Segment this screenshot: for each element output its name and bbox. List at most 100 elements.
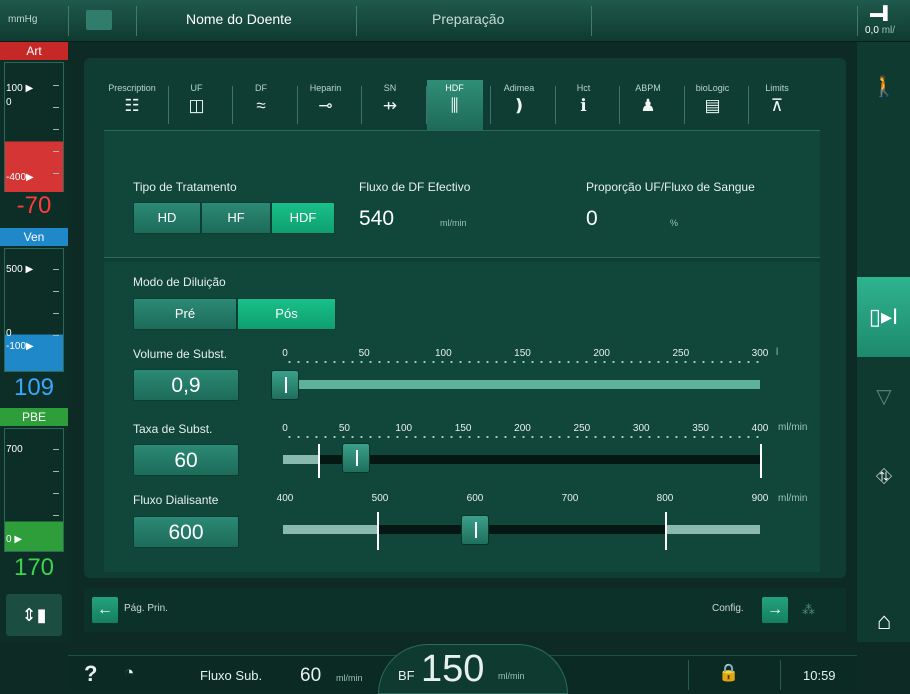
scale-tick-label: 300 (751, 348, 769, 359)
side-menu: 🚶 ▯▸I ▽ ⛗ ⌂ (857, 42, 910, 642)
subst-rate-track-low[interactable] (283, 455, 319, 464)
pressure-unit: mmHg (8, 14, 38, 25)
tab-label: Adimea (503, 83, 535, 93)
scale-tick-label: 700 (561, 493, 579, 504)
uf-ratio-label: Proporção UF/Fluxo de Sangue (586, 180, 755, 194)
clock-icon[interactable]: ◔ (124, 663, 134, 683)
tab-hdf[interactable]: HDF ⫼ (426, 80, 483, 130)
tab-uf[interactable]: UF ◫ (169, 80, 225, 130)
ven-upper-limit: 500 ▶ (6, 264, 34, 275)
patient-name[interactable]: Nome do Doente (186, 11, 292, 27)
treatment-hdf-button[interactable]: HDF (271, 202, 335, 234)
subst-rate-min-marker (318, 444, 320, 478)
art-zero: 0 (6, 97, 12, 108)
patient-icon[interactable]: 🚶 (863, 62, 905, 112)
bf-unit: ml/min (498, 671, 525, 681)
dialysate-flow-value[interactable]: 600 (133, 516, 239, 548)
battery-icon: ▬▌ (870, 5, 893, 20)
tab-hct[interactable]: Hct ℹ (556, 80, 612, 130)
tab-label: Heparin (309, 83, 342, 93)
scale-tick-label: 150 (454, 423, 472, 434)
main-page-label[interactable]: Pág. Prin. (124, 603, 168, 614)
dialysate-flow-label: Fluxo Dialisante (133, 493, 219, 507)
uf-ratio-value: 0 (586, 207, 598, 230)
subst-volume-value[interactable]: 0,9 (133, 369, 239, 401)
scale-tick-label: 300 (632, 423, 650, 434)
forward-arrow-icon[interactable]: → (762, 597, 788, 623)
program-icon[interactable]: ⛗ (863, 452, 905, 502)
tab-biologic[interactable]: bioLogic ▤ (685, 80, 741, 130)
syringe-icon: ⊸ (318, 96, 333, 115)
tab-df[interactable]: DF ≈ (233, 80, 289, 130)
patient-bp-icon: ♟ (640, 96, 656, 115)
bf-label: BF (398, 668, 415, 683)
top-bar: mmHg Nome do Doente Preparação ▬▌ 0,0 ml… (0, 0, 910, 42)
page-nav-bar: ← Pág. Prin. Config. → ⁂ (84, 588, 846, 632)
scale-tick-label: 50 (358, 348, 370, 359)
subst-volume-unit: l (776, 347, 779, 358)
subst-volume-track[interactable] (285, 380, 760, 389)
treatment-hd-button[interactable]: HD (133, 202, 201, 234)
lock-icon[interactable]: 🔒 (718, 663, 739, 683)
treatment-section (104, 130, 820, 258)
grid-dots-icon: ⁂ (802, 602, 815, 617)
tab-limits[interactable]: Limits ⊼ (749, 80, 805, 130)
ven-lower-limit: -100▶ (6, 341, 34, 352)
subst-volume-slider-thumb[interactable] (271, 370, 299, 400)
tab-label: Limits (765, 83, 789, 93)
status-bar: ? ◔ Fluxo Sub. 60 ml/min BF 150 ml/min 🔒… (68, 644, 857, 694)
level-adjust-icon[interactable]: ⇕▮ (6, 594, 62, 636)
tab-adimea[interactable]: Adimea ❫ (491, 80, 547, 130)
dilution-post-button[interactable]: Pós (237, 298, 336, 330)
tab-label: Hct (576, 83, 591, 93)
uf-ratio-unit: % (670, 218, 679, 228)
scale-tick-label: 0 (282, 348, 288, 359)
config-label[interactable]: Config. (712, 603, 744, 614)
subst-rate-value[interactable]: 60 (133, 444, 239, 476)
adimea-signal-icon: ❫ (511, 96, 527, 115)
hct-drops-icon: ℹ (580, 96, 587, 115)
dialysate-flow-track[interactable] (378, 525, 665, 534)
scale-tick-label: 100 (395, 423, 413, 434)
scale-tick-label: 400 (751, 423, 769, 434)
tab-label: bioLogic (695, 83, 730, 93)
scale-tick-label: 150 (514, 348, 531, 359)
preparation-icon[interactable]: ▯▸I (857, 277, 910, 357)
scale-tick-label: 250 (672, 348, 690, 359)
subst-rate-unit: ml/min (778, 422, 808, 433)
subst-rate-max-marker (760, 444, 762, 478)
subst-rate-slider-thumb[interactable] (342, 443, 371, 473)
dialysate-flow-slider-thumb[interactable] (461, 515, 489, 545)
home-icon[interactable]: ⌂ (863, 602, 905, 642)
scale-tick-label: 200 (593, 348, 610, 359)
sub-flow-value: 60 (300, 665, 322, 686)
scale-tick-label: 500 (371, 493, 389, 504)
tab-abpm[interactable]: ABPM ♟ (620, 80, 676, 130)
help-icon[interactable]: ? (84, 661, 97, 687)
tab-label: ABPM (635, 83, 661, 93)
ven-pressure-value: 109 (13, 374, 55, 401)
back-arrow-icon[interactable]: ← (92, 597, 118, 623)
art-lower-limit: -400▶ (6, 172, 34, 183)
treatment-hf-button[interactable]: HF (201, 202, 271, 234)
tab-label: DF (255, 83, 267, 93)
scale-tick-label: 800 (656, 493, 674, 504)
scale-tick-label: 900 (751, 493, 769, 504)
sub-flow-unit: ml/min (336, 673, 363, 683)
ven-label: Ven (0, 228, 68, 246)
tab-sn[interactable]: SN ⇸ (362, 80, 418, 130)
treatment-type-label: Tipo de Tratamento (133, 180, 237, 194)
ven-zero: 0 (6, 328, 12, 339)
dilution-pre-button[interactable]: Pré (133, 298, 237, 330)
subst-rate-track[interactable] (319, 455, 760, 464)
df-flow-value: 540 (359, 207, 395, 230)
dialysate-flow-unit: ml/min (778, 493, 808, 504)
scale-tick-label: 100 (434, 348, 452, 359)
pbe-lower-limit: 0 ▶ (6, 534, 23, 545)
limits-icon: ⊼ (770, 96, 784, 115)
scale-tick-label: 600 (466, 493, 484, 504)
menu-icon[interactable] (86, 10, 112, 30)
tab-heparin[interactable]: Heparin ⊸ (298, 80, 354, 130)
filter-icon[interactable]: ▽ (863, 372, 905, 422)
tab-prescription[interactable]: Prescription ☷ (104, 80, 160, 130)
